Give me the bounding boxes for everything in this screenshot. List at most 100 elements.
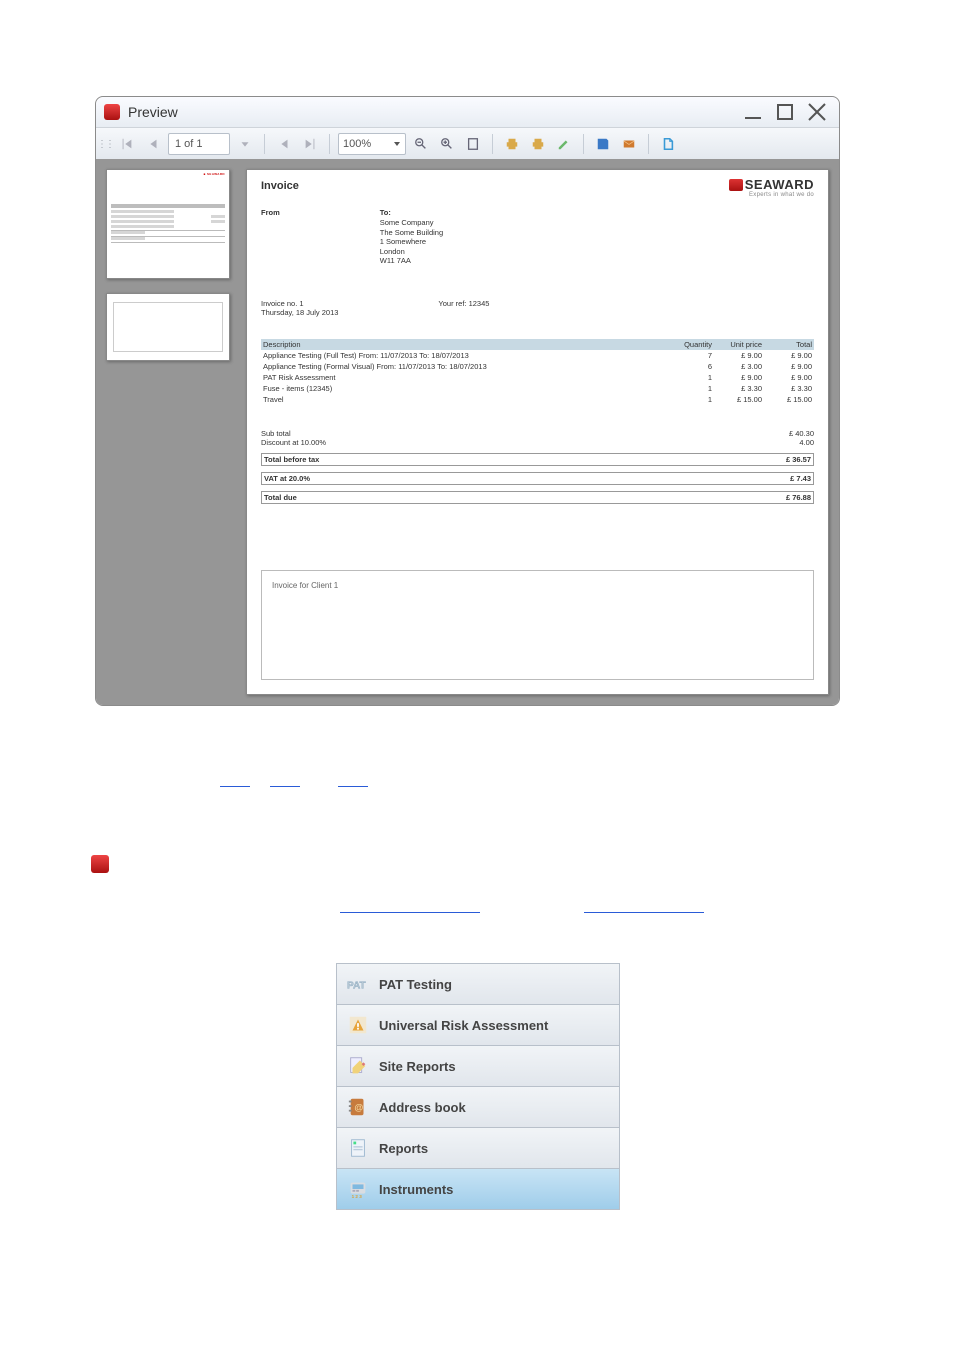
zoom-value: 100% [343, 138, 371, 150]
sidebar-nav: PAT PAT Testing Universal Risk Assessmen… [336, 963, 620, 1210]
subtotal-label: Sub total [261, 429, 754, 438]
vat-value: £ 7.43 [751, 474, 811, 483]
net-label: Total before tax [264, 455, 751, 464]
minimize-button[interactable] [743, 104, 763, 120]
instruments-icon: 1 2 3 [347, 1178, 369, 1200]
address-block: From To: Some Company The Some Building … [261, 208, 814, 265]
sidebar-item-label: Universal Risk Assessment [379, 1018, 548, 1033]
brand-block: SEAWARD Experts in what we do [729, 178, 814, 198]
sidebar-item-risk-assessment[interactable]: Universal Risk Assessment [336, 1005, 620, 1046]
discount-value: 4.00 [754, 438, 814, 447]
sidebar-item-address-book[interactable]: @ Address book [336, 1087, 620, 1128]
preview-body: ■ SEAWARD I [96, 159, 839, 705]
invoice-number: Invoice no. 1 [261, 299, 338, 308]
page-thumbnail-2[interactable] [106, 293, 230, 361]
preview-toolbar: ⋮⋮ 1 of 1 100% [96, 128, 839, 161]
window-titlebar: Preview [96, 97, 839, 128]
table-row: PAT Risk Assessment 1 £ 9.00 £ 9.00 [261, 372, 814, 383]
link-row-1 [220, 780, 368, 787]
table-row: Appliance Testing (Formal Visual) From: … [261, 361, 814, 372]
save-button[interactable] [592, 133, 614, 155]
to-column: To: Some Company The Some Building 1 Som… [380, 208, 443, 265]
window-title: Preview [128, 104, 178, 120]
page-thumbnail-1[interactable]: ■ SEAWARD [106, 169, 230, 279]
app-icon [104, 104, 120, 120]
sidebar-item-label: Instruments [379, 1182, 453, 1197]
sidebar-item-site-reports[interactable]: Site Reports [336, 1046, 620, 1087]
zoom-in-button[interactable] [436, 133, 458, 155]
close-button[interactable] [807, 104, 827, 120]
invoice-notes: Invoice for Client 1 [261, 570, 814, 680]
thumbnail-column: ■ SEAWARD [106, 169, 230, 695]
invoice-summary: Sub total £ 40.30 Discount at 10.00% 4.0… [261, 429, 814, 504]
total-due-label: Total due [264, 493, 751, 502]
sidebar-item-reports[interactable]: Reports [336, 1128, 620, 1169]
header-total: Total [762, 340, 812, 349]
zoom-out-button[interactable] [410, 133, 432, 155]
to-line-1: Some Company [380, 218, 443, 227]
brand-icon [729, 179, 743, 191]
first-page-button[interactable] [116, 133, 138, 155]
email-button[interactable] [618, 133, 640, 155]
edit-button[interactable] [553, 133, 575, 155]
warning-icon [347, 1014, 369, 1036]
to-line-5: W11 7AA [380, 256, 443, 265]
brand-tagline: Experts in what we do [729, 192, 814, 198]
table-row: Appliance Testing (Full Test) From: 11/0… [261, 350, 814, 361]
invoice-page: Invoice SEAWARD Experts in what we do Fr… [246, 169, 829, 695]
toolbar-grip: ⋮⋮ [102, 139, 108, 150]
line-items-header: Description Quantity Unit price Total [261, 339, 814, 350]
your-ref: Your ref: 12345 [438, 299, 489, 308]
header-quantity: Quantity [662, 340, 712, 349]
address-book-icon: @ [347, 1096, 369, 1118]
svg-text:1 2 3: 1 2 3 [352, 1194, 363, 1199]
next-page-button[interactable] [273, 133, 295, 155]
sidebar-item-label: PAT Testing [379, 977, 452, 992]
invoice-date: Thursday, 18 July 2013 [261, 308, 338, 317]
link-segment-icon [340, 906, 480, 913]
zoom-select[interactable]: 100% [338, 133, 406, 155]
print-setup-button[interactable] [527, 133, 549, 155]
sidebar-item-label: Reports [379, 1141, 428, 1156]
pencil-report-icon [347, 1055, 369, 1077]
preview-window: Preview ⋮⋮ 1 of 1 [95, 96, 840, 706]
reference-row: Invoice no. 1 Thursday, 18 July 2013 You… [261, 299, 814, 317]
sidebar-item-pat-testing[interactable]: PAT PAT Testing [336, 964, 620, 1005]
sidebar-item-label: Site Reports [379, 1059, 456, 1074]
prev-page-button[interactable] [142, 133, 164, 155]
print-button[interactable] [501, 133, 523, 155]
vat-label: VAT at 20.0% [264, 474, 751, 483]
fit-page-button[interactable] [462, 133, 484, 155]
sidebar-item-instruments[interactable]: 1 2 3 Instruments [336, 1169, 620, 1210]
svg-text:PAT: PAT [347, 981, 367, 992]
to-line-4: London [380, 247, 443, 256]
reports-icon [347, 1137, 369, 1159]
link-segment-icon [338, 780, 368, 787]
header-description: Description [263, 340, 662, 349]
export-button[interactable] [657, 133, 679, 155]
pat-icon: PAT [347, 973, 369, 995]
link-row-2 [240, 900, 704, 918]
total-due-value: £ 76.88 [751, 493, 811, 502]
line-items-table: Description Quantity Unit price Total Ap… [261, 339, 814, 405]
link-segment-icon [270, 780, 300, 787]
subtotal-value: £ 40.30 [754, 429, 814, 438]
to-line-3: 1 Somewhere [380, 237, 443, 246]
from-column: From [261, 208, 280, 265]
thumb-brand-icon: ■ SEAWARD [204, 172, 225, 176]
table-row: Fuse - items (12345) 1 £ 3.30 £ 3.30 [261, 383, 814, 394]
brand-name: SEAWARD [745, 177, 814, 192]
link-segment-icon [584, 906, 704, 913]
to-label: To: [380, 208, 443, 217]
maximize-button[interactable] [775, 104, 795, 120]
last-page-button[interactable] [299, 133, 321, 155]
to-line-2: The Some Building [380, 228, 443, 237]
window-controls [743, 104, 831, 120]
page-position-box[interactable]: 1 of 1 [168, 133, 230, 155]
sidebar-item-label: Address book [379, 1100, 466, 1115]
app-icon [91, 855, 109, 873]
table-row: Travel 1 £ 15.00 £ 15.00 [261, 394, 814, 405]
svg-text:@: @ [354, 1103, 363, 1113]
header-unit-price: Unit price [712, 340, 762, 349]
dropdown-icon[interactable] [234, 133, 256, 155]
